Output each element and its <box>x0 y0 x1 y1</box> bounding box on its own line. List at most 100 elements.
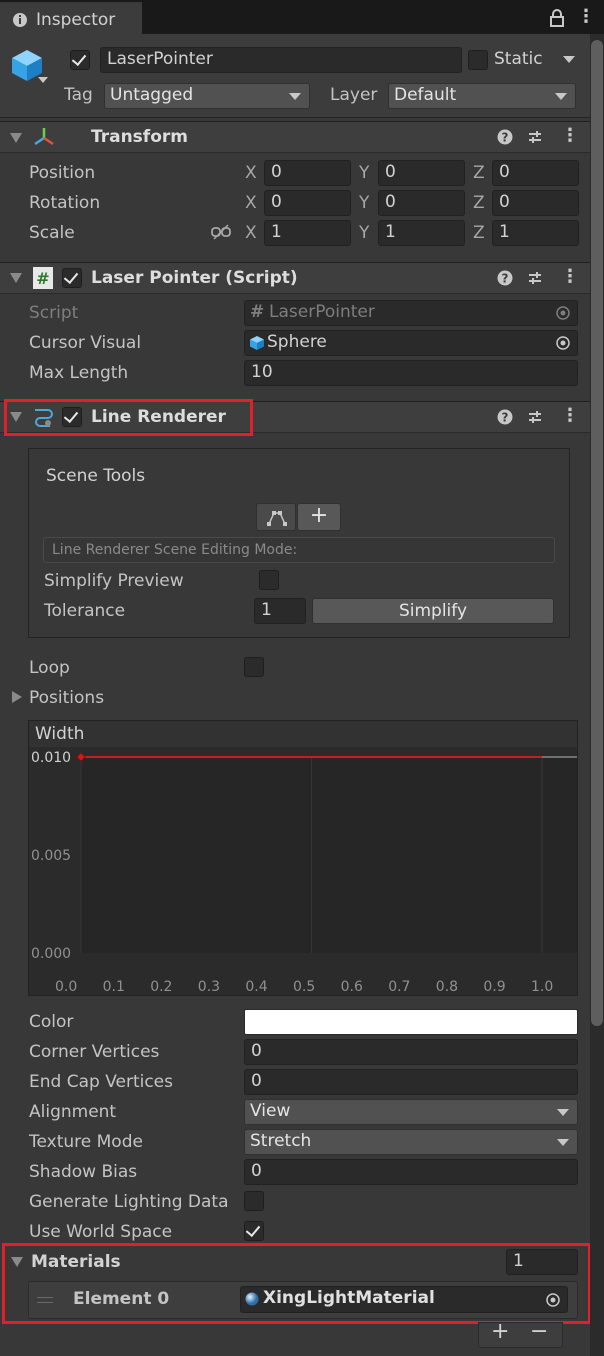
cursor-visual-label: Cursor Visual <box>29 333 142 353</box>
svg-text:?: ? <box>502 272 509 286</box>
curve-xtick-label: 0.8 <box>436 979 458 995</box>
tab-inspector[interactable]: Inspector <box>0 2 142 34</box>
cursor-visual-value: Sphere <box>267 332 327 352</box>
line-renderer-highlight <box>4 399 253 436</box>
simplify-button[interactable]: Simplify <box>312 598 554 624</box>
width-label: Width <box>35 724 85 744</box>
transform-title: Transform <box>91 127 188 147</box>
rotation-y-field[interactable]: 0 <box>378 190 465 216</box>
help-icon[interactable]: ? <box>497 129 513 145</box>
use-world-space-label: Use World Space <box>29 1222 173 1242</box>
materials-size-field[interactable]: 1 <box>506 1249 578 1275</box>
curve-xtick-label: 0.0 <box>55 979 77 995</box>
transform-icon <box>34 128 54 146</box>
max-length-field[interactable]: 10 <box>244 360 578 386</box>
rotation-x-label: X <box>245 193 257 213</box>
script-enabled-checkbox[interactable] <box>62 268 82 288</box>
position-y-field[interactable]: 0 <box>378 160 465 186</box>
scene-editing-mode-field: Line Renderer Scene Editing Mode: <box>43 537 555 563</box>
tag-dropdown[interactable]: Untagged <box>104 83 310 109</box>
scale-y-label: Y <box>359 223 370 243</box>
scale-label: Scale <box>29 223 75 243</box>
drag-handle-icon[interactable] <box>37 1297 53 1303</box>
curve-xtick-label: 0.4 <box>245 979 267 995</box>
name-field[interactable]: LaserPointer <box>100 47 462 73</box>
remove-element-button[interactable]: − <box>530 1319 548 1344</box>
materials-foldout-icon[interactable] <box>11 1257 23 1267</box>
add-element-button[interactable]: + <box>491 1319 509 1344</box>
texture-mode-dropdown[interactable]: Stretch <box>244 1129 578 1155</box>
curve-plot-area <box>81 757 577 953</box>
constrain-proportions-icon[interactable] <box>211 224 231 240</box>
shadow-bias-label: Shadow Bias <box>29 1162 138 1182</box>
icon-dropdown-caret[interactable] <box>38 77 48 83</box>
edit-points-icon <box>267 511 287 526</box>
tag-value: Untagged <box>110 85 194 105</box>
object-picker-icon[interactable] <box>546 1293 560 1307</box>
active-checkbox[interactable] <box>70 50 90 70</box>
layer-value: Default <box>394 85 457 105</box>
element-0-field[interactable]: XingLightMaterial <box>240 1286 568 1313</box>
info-icon <box>13 13 27 27</box>
rotation-x-field[interactable]: 0 <box>264 190 351 216</box>
generate-lighting-checkbox[interactable] <box>244 1191 264 1211</box>
end-cap-vertices-field[interactable]: 0 <box>244 1069 578 1095</box>
simplify-preview-checkbox[interactable] <box>259 570 279 590</box>
loop-label: Loop <box>29 658 70 678</box>
lock-icon[interactable] <box>549 9 565 27</box>
scrollbar-thumb[interactable] <box>591 40 603 1026</box>
help-icon[interactable]: ? <box>497 409 513 425</box>
script-value: LaserPointer <box>269 302 375 322</box>
transform-foldout-icon[interactable] <box>10 133 22 143</box>
script-label: Script <box>29 303 79 323</box>
static-dropdown-caret[interactable] <box>563 56 575 63</box>
cursor-visual-field[interactable]: Sphere <box>244 330 578 356</box>
color-swatch[interactable] <box>244 1009 578 1035</box>
scale-x-field[interactable]: 1 <box>264 220 351 246</box>
alignment-dropdown[interactable]: View <box>244 1099 578 1125</box>
preset-icon[interactable] <box>527 129 543 145</box>
rotation-z-field[interactable]: 0 <box>492 190 579 216</box>
curve-xtick-label: 0.6 <box>341 979 363 995</box>
alignment-value: View <box>250 1101 291 1121</box>
texture-mode-value: Stretch <box>250 1131 312 1151</box>
preset-icon[interactable] <box>527 409 543 425</box>
svg-text:?: ? <box>502 411 509 425</box>
line-renderer-menu-icon[interactable]: ⋮ <box>561 405 579 426</box>
help-icon[interactable]: ? <box>497 270 513 286</box>
corner-vertices-field[interactable]: 0 <box>244 1039 578 1065</box>
position-x-field[interactable]: 0 <box>264 160 351 186</box>
preset-icon[interactable] <box>527 270 543 286</box>
use-world-space-checkbox[interactable] <box>244 1221 264 1241</box>
object-picker-icon[interactable] <box>556 336 570 350</box>
transform-menu-icon[interactable]: ⋮ <box>561 125 579 146</box>
width-curve-chart[interactable]: 0.010 0.005 0.000 0.0 0.1 0.2 0.3 0.4 0.5 0.6 0.7 0… <box>28 746 578 996</box>
static-label: Static <box>494 49 543 69</box>
create-points-button[interactable]: + <box>297 503 341 531</box>
curve-xtick-label: 1.0 <box>531 979 553 995</box>
script-menu-icon[interactable]: ⋮ <box>561 266 579 287</box>
rotation-z-label: Z <box>473 193 485 213</box>
position-z-field[interactable]: 0 <box>492 160 579 186</box>
tolerance-field[interactable]: 1 <box>254 598 306 624</box>
positions-label[interactable]: Positions <box>29 688 104 708</box>
mesh-cube-icon <box>250 336 264 350</box>
static-checkbox[interactable] <box>468 50 488 70</box>
corner-vertices-label: Corner Vertices <box>29 1042 160 1062</box>
script-file-icon: # <box>250 302 265 322</box>
materials-label[interactable]: Materials <box>31 1252 121 1272</box>
scale-y-field[interactable]: 1 <box>378 220 465 246</box>
loop-checkbox[interactable] <box>244 657 264 677</box>
scale-z-field[interactable]: 1 <box>492 220 579 246</box>
texture-mode-label: Texture Mode <box>29 1132 143 1152</box>
simplify-preview-label: Simplify Preview <box>44 571 184 591</box>
scale-x-label: X <box>245 223 257 243</box>
window-menu-icon[interactable]: ⋮ <box>577 6 595 27</box>
positions-foldout-icon[interactable] <box>12 691 22 703</box>
tolerance-label: Tolerance <box>44 601 126 621</box>
layer-label: Layer <box>330 85 378 105</box>
shadow-bias-field[interactable]: 0 <box>244 1159 578 1185</box>
edit-points-button[interactable] <box>256 503 296 531</box>
layer-dropdown[interactable]: Default <box>388 83 576 109</box>
script-foldout-icon[interactable] <box>10 273 22 283</box>
